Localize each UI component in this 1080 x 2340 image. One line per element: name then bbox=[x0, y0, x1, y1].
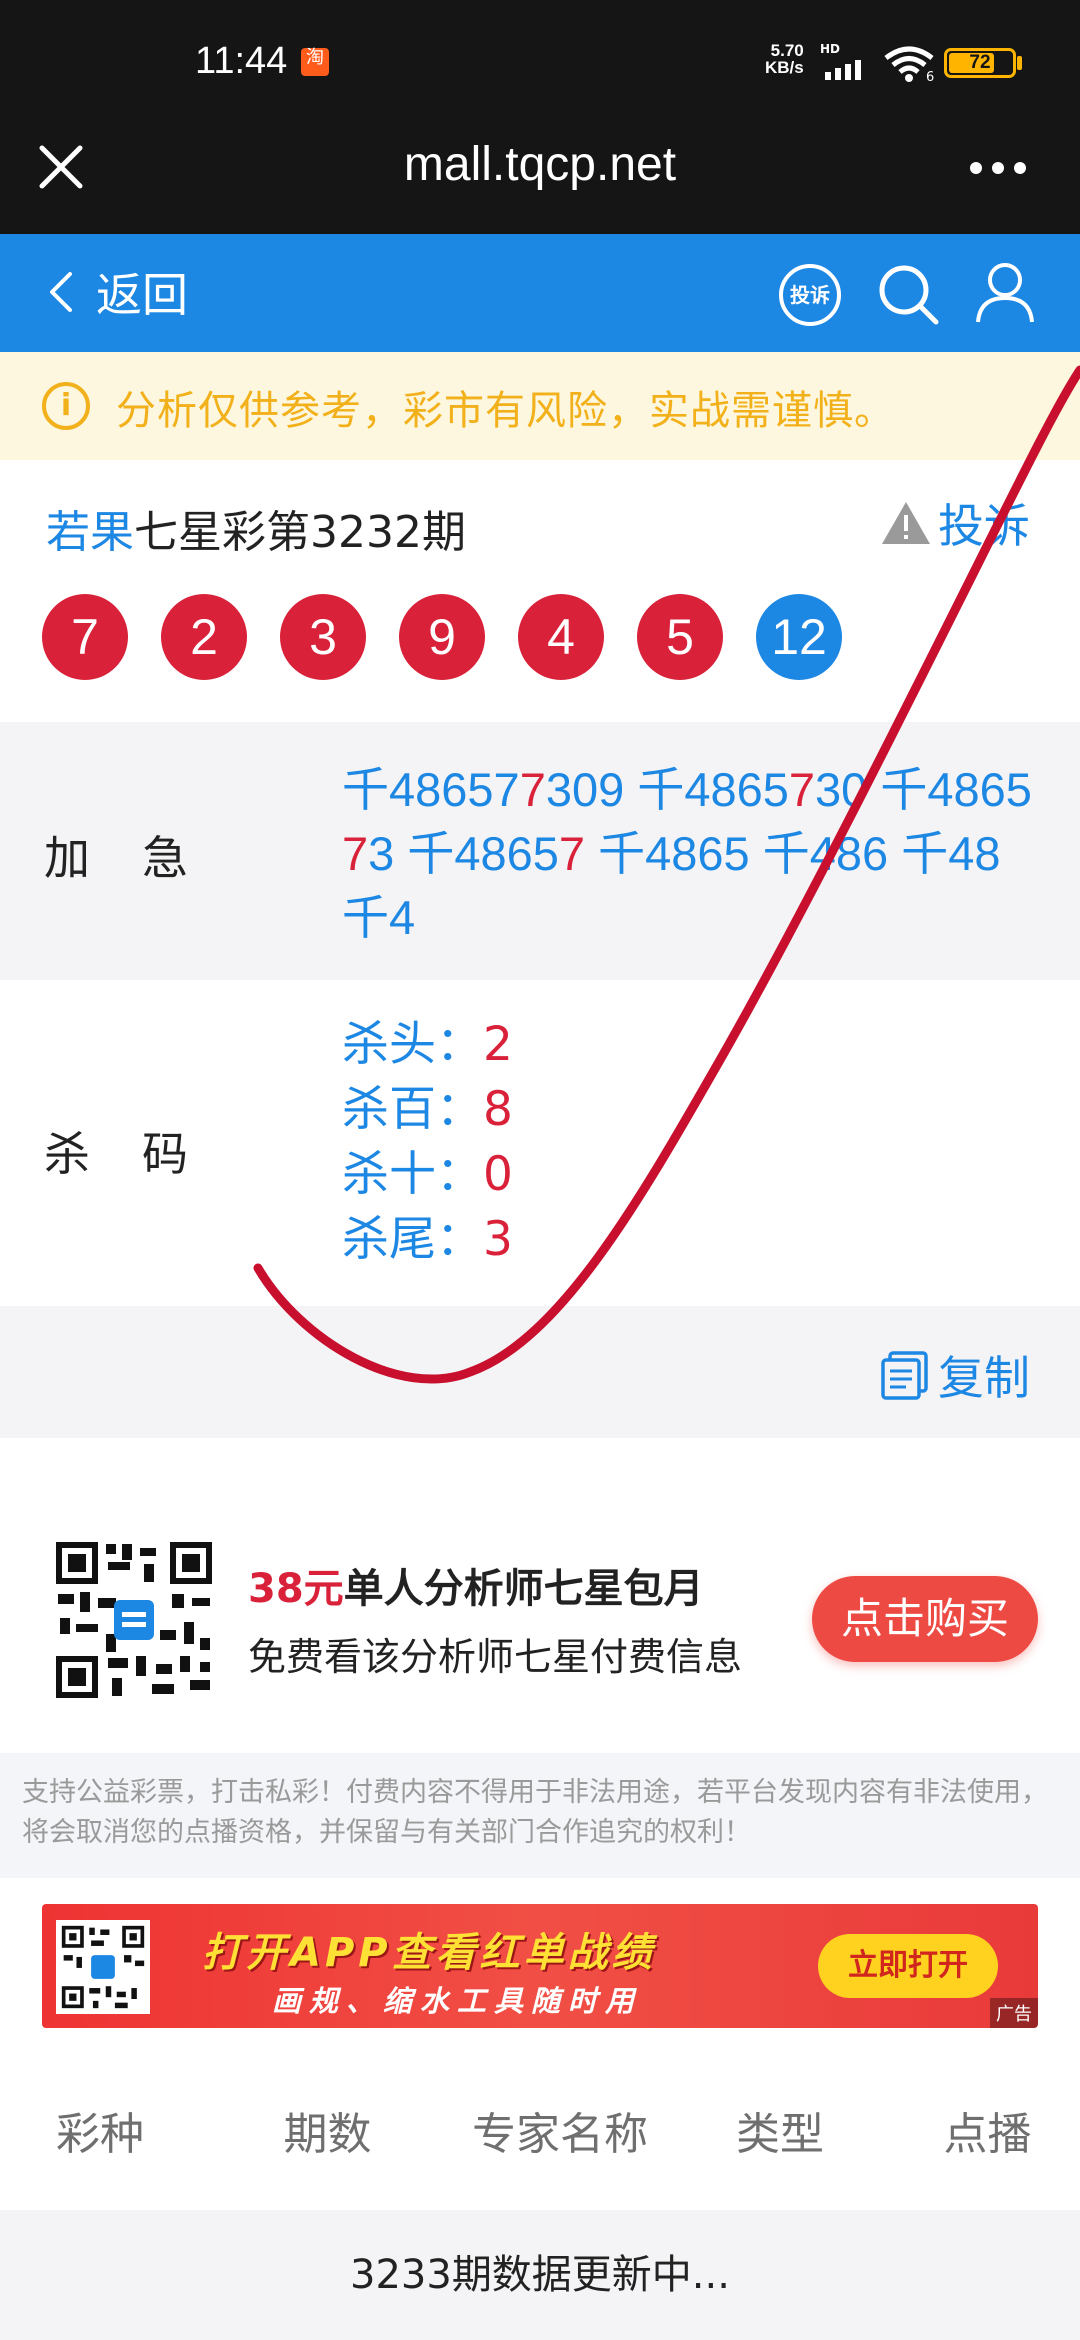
draw-title: 若果七星彩第3232期 bbox=[46, 496, 466, 560]
shama-value: 2 bbox=[483, 1017, 513, 1072]
risk-notice-text: 分析仅供参考，彩市有风险，实战需谨慎。 bbox=[116, 388, 895, 434]
open-app-button[interactable]: 立即打开 bbox=[818, 1934, 998, 1998]
browser-url[interactable]: mall.tqcp.net bbox=[0, 130, 1080, 200]
table-header: 彩种 期数 专家名称 类型 点播 bbox=[0, 2060, 1080, 2210]
promo-title-text: 单人分析师七星包月 bbox=[343, 1566, 704, 1612]
complain-button[interactable]: 投诉 bbox=[779, 264, 841, 326]
wifi-icon: 6 bbox=[884, 46, 934, 82]
buy-button[interactable]: 点击购买 bbox=[812, 1576, 1038, 1662]
back-button[interactable]: 返回 bbox=[46, 262, 188, 322]
jiaji-hit-digit: 7 bbox=[788, 763, 816, 816]
jiaji-text: 30 千486 bbox=[815, 763, 1006, 816]
battery-icon: 72 bbox=[944, 48, 1016, 78]
number-ball: 7 bbox=[42, 594, 128, 680]
number-ball: 3 bbox=[280, 594, 366, 680]
number-ball: 9 bbox=[399, 594, 485, 680]
table-column-header: 类型 bbox=[736, 2109, 824, 2160]
risk-notice: i 分析仅供参考，彩市有风险，实战需谨慎。 bbox=[0, 352, 1080, 460]
copy-label: 复制 bbox=[938, 1351, 1030, 1405]
jiaji-text: 309 千4865 bbox=[545, 763, 789, 816]
app-download-banner[interactable]: 打开APP查看红单战绩 画规、缩水工具随时用 立即打开 广告 bbox=[42, 1904, 1038, 2028]
chevron-left-icon bbox=[50, 272, 72, 312]
jiaji-content: 千486577309 千4865730 千486573 千48657 千4865… bbox=[342, 758, 1042, 950]
promo-subtitle: 免费看该分析师七星付费信息 bbox=[248, 1635, 743, 1679]
copy-bar: 复制 bbox=[0, 1306, 1080, 1438]
banner-qr-code-icon bbox=[56, 1920, 150, 2014]
promo-price: 38元 bbox=[248, 1566, 344, 1612]
draw-header: 若果七星彩第3232期 投诉 7 2 3 9 4 5 12 bbox=[0, 460, 1080, 722]
promo-title: 38元单人分析师七星包月 bbox=[248, 1556, 704, 1614]
shama-value: 0 bbox=[483, 1147, 513, 1202]
network-speed-unit: KB/s bbox=[765, 58, 804, 77]
battery-level: 72 bbox=[969, 52, 991, 73]
report-label: 投诉 bbox=[938, 499, 1030, 553]
warning-icon bbox=[882, 502, 930, 544]
qr-code-icon bbox=[52, 1538, 216, 1702]
browser-toolbar: mall.tqcp.net bbox=[0, 130, 1080, 234]
shama-item: 杀十：0 bbox=[342, 1142, 513, 1207]
shama-key: 杀头： bbox=[342, 1017, 483, 1072]
shama-list: 杀头：2 杀百：8 杀十：0 杀尾：3 bbox=[342, 1012, 513, 1272]
jiaji-hit-digit: 7 bbox=[558, 827, 586, 880]
table-column-header: 彩种 bbox=[56, 2109, 144, 2160]
more-menu-icon[interactable] bbox=[968, 160, 1028, 176]
shama-key: 杀十： bbox=[342, 1147, 483, 1202]
draw-period: 七星彩第3232期 bbox=[134, 507, 466, 558]
taobao-notification-icon: 淘 bbox=[301, 48, 329, 76]
ad-label: 广告 bbox=[990, 1998, 1038, 2028]
jiaji-text: 3 千4865 bbox=[368, 827, 559, 880]
shama-label: 杀码 bbox=[44, 1127, 240, 1181]
shama-key: 杀尾： bbox=[342, 1212, 483, 1267]
number-ball: 5 bbox=[637, 594, 723, 680]
wifi-6-label: 6 bbox=[926, 70, 934, 82]
jiaji-text: 千48657 bbox=[342, 763, 520, 816]
banner-subline: 画规、缩水工具随时用 bbox=[272, 1984, 643, 2018]
disclaimer: 支持公益彩票，打击私彩！付费内容不得用于非法用途，若平台发现内容有非法使用，将会… bbox=[0, 1753, 1080, 1878]
shama-item: 杀头：2 bbox=[342, 1012, 513, 1077]
network-speed: 5.70 KB/s bbox=[765, 42, 804, 76]
banner-headline: 打开APP查看红单战绩 bbox=[202, 1930, 656, 1976]
table-column-header: 点播 bbox=[943, 2109, 1032, 2160]
shama-row: 杀码 杀头：2 杀百：8 杀十：0 杀尾：3 bbox=[0, 980, 1080, 1306]
network-speed-value: 5.70 bbox=[770, 41, 804, 60]
jiaji-text: 5 bbox=[1005, 763, 1032, 816]
battery-tip bbox=[1017, 56, 1022, 70]
shama-item: 杀百：8 bbox=[342, 1077, 513, 1142]
back-label: 返回 bbox=[96, 268, 188, 322]
user-icon[interactable] bbox=[974, 260, 1036, 324]
info-icon: i bbox=[42, 382, 90, 430]
search-icon[interactable] bbox=[876, 262, 940, 326]
table-column-header: 专家名称 bbox=[472, 2109, 648, 2160]
hd-indicator: HD bbox=[820, 42, 841, 56]
shama-key: 杀百： bbox=[342, 1082, 483, 1137]
shama-value: 3 bbox=[483, 1212, 513, 1267]
shama-item: 杀尾：3 bbox=[342, 1207, 513, 1272]
number-ball: 2 bbox=[161, 594, 247, 680]
status-bar: 11:44 淘 5.70 KB/s HD 6 72 bbox=[0, 0, 1080, 130]
jiaji-hit-digit: 7 bbox=[519, 763, 546, 816]
subscription-promo: 38元单人分析师七星包月 免费看该分析师七星付费信息 点击购买 bbox=[0, 1438, 1080, 1753]
cellular-signal-icon bbox=[825, 60, 861, 80]
table-empty-state: 3233期数据更新中... bbox=[0, 2210, 1080, 2340]
copy-icon bbox=[881, 1351, 928, 1400]
shama-value: 8 bbox=[483, 1082, 513, 1137]
number-ball: 4 bbox=[518, 594, 604, 680]
report-button[interactable]: 投诉 bbox=[880, 490, 1030, 556]
jiaji-hit-digit: 7 bbox=[342, 827, 369, 880]
jiaji-label: 加急 bbox=[44, 831, 240, 885]
analyst-name[interactable]: 若果 bbox=[46, 507, 134, 558]
page-nav-bar: 返回 投诉 bbox=[0, 234, 1080, 352]
table-column-header: 期数 bbox=[283, 2109, 372, 2160]
status-time: 11:44 bbox=[195, 40, 288, 82]
copy-button[interactable]: 复制 bbox=[880, 1342, 1030, 1408]
number-ball: 12 bbox=[756, 594, 842, 680]
winning-numbers: 7 2 3 9 4 5 12 bbox=[42, 594, 875, 680]
jiaji-row: 加急 千486577309 千4865730 千486573 千48657 千4… bbox=[0, 722, 1080, 980]
